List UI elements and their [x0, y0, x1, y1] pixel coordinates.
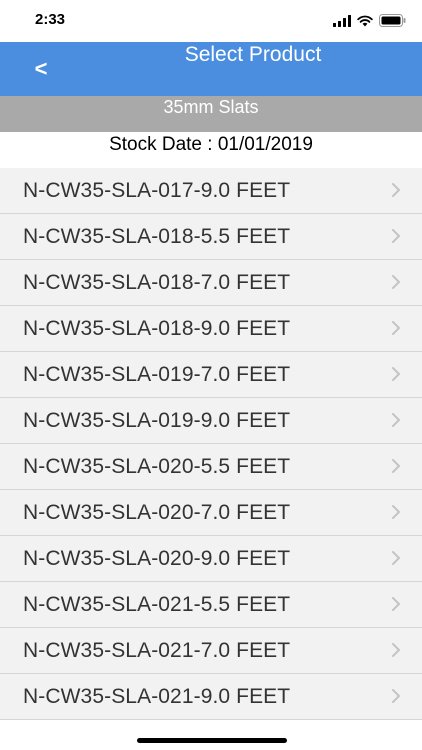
list-item[interactable]: N-CW35-SLA-019-7.0 FEET — [0, 352, 422, 398]
product-label: N-CW35-SLA-021-7.0 FEET — [23, 639, 291, 662]
chevron-right-icon — [392, 597, 400, 611]
battery-icon — [379, 14, 406, 27]
product-label: N-CW35-SLA-020-7.0 FEET — [23, 501, 291, 524]
product-label: N-CW35-SLA-020-9.0 FEET — [23, 547, 291, 570]
product-label: N-CW35-SLA-021-9.0 FEET — [23, 685, 291, 708]
chevron-right-icon — [392, 551, 400, 565]
list-item[interactable]: N-CW35-SLA-020-7.0 FEET — [0, 490, 422, 536]
chevron-right-icon — [392, 229, 400, 243]
product-list: N-CW35-SLA-017-9.0 FEET N-CW35-SLA-018-5.… — [0, 168, 422, 720]
list-item[interactable]: N-CW35-SLA-018-9.0 FEET — [0, 306, 422, 352]
page-title: Select Product — [184, 43, 322, 66]
product-label: N-CW35-SLA-019-7.0 FEET — [23, 363, 291, 386]
chevron-right-icon — [392, 643, 400, 657]
product-label: N-CW35-SLA-018-9.0 FEET — [23, 317, 291, 340]
status-time: 2:33 — [35, 11, 66, 28]
chevron-right-icon — [392, 367, 400, 381]
list-item[interactable]: N-CW35-SLA-020-5.5 FEET — [0, 444, 422, 490]
product-label: N-CW35-SLA-018-7.0 FEET — [23, 271, 291, 294]
category-header: 35mm Slats — [0, 96, 422, 132]
cellular-signal-icon — [333, 14, 351, 27]
navigation-bar: < Select Product — [0, 42, 422, 96]
chevron-right-icon — [392, 183, 400, 197]
chevron-right-icon — [392, 321, 400, 335]
wifi-icon — [357, 15, 373, 26]
list-item[interactable]: N-CW35-SLA-021-5.5 FEET — [0, 582, 422, 628]
list-item[interactable]: N-CW35-SLA-019-9.0 FEET — [0, 398, 422, 444]
chevron-right-icon — [392, 459, 400, 473]
status-bar: 2:33 — [0, 0, 422, 42]
product-label: N-CW35-SLA-017-9.0 FEET — [23, 179, 291, 202]
product-label: N-CW35-SLA-019-9.0 FEET — [23, 409, 291, 432]
stock-date: Stock Date : 01/01/2019 — [109, 134, 313, 155]
list-item[interactable]: N-CW35-SLA-018-5.5 FEET — [0, 214, 422, 260]
list-item[interactable]: N-CW35-SLA-020-9.0 FEET — [0, 536, 422, 582]
chevron-right-icon — [392, 689, 400, 703]
status-icons — [333, 14, 406, 27]
list-item[interactable]: N-CW35-SLA-017-9.0 FEET — [0, 168, 422, 214]
product-label: N-CW35-SLA-018-5.5 FEET — [23, 225, 291, 248]
product-label: N-CW35-SLA-021-5.5 FEET — [23, 593, 291, 616]
product-label: N-CW35-SLA-020-5.5 FEET — [23, 455, 291, 478]
list-item[interactable]: N-CW35-SLA-021-9.0 FEET — [0, 674, 422, 720]
chevron-right-icon — [392, 505, 400, 519]
chevron-right-icon — [392, 413, 400, 427]
chevron-right-icon — [392, 275, 400, 289]
list-item[interactable]: N-CW35-SLA-018-7.0 FEET — [0, 260, 422, 306]
list-item[interactable]: N-CW35-SLA-021-7.0 FEET — [0, 628, 422, 674]
home-indicator — [137, 738, 287, 743]
